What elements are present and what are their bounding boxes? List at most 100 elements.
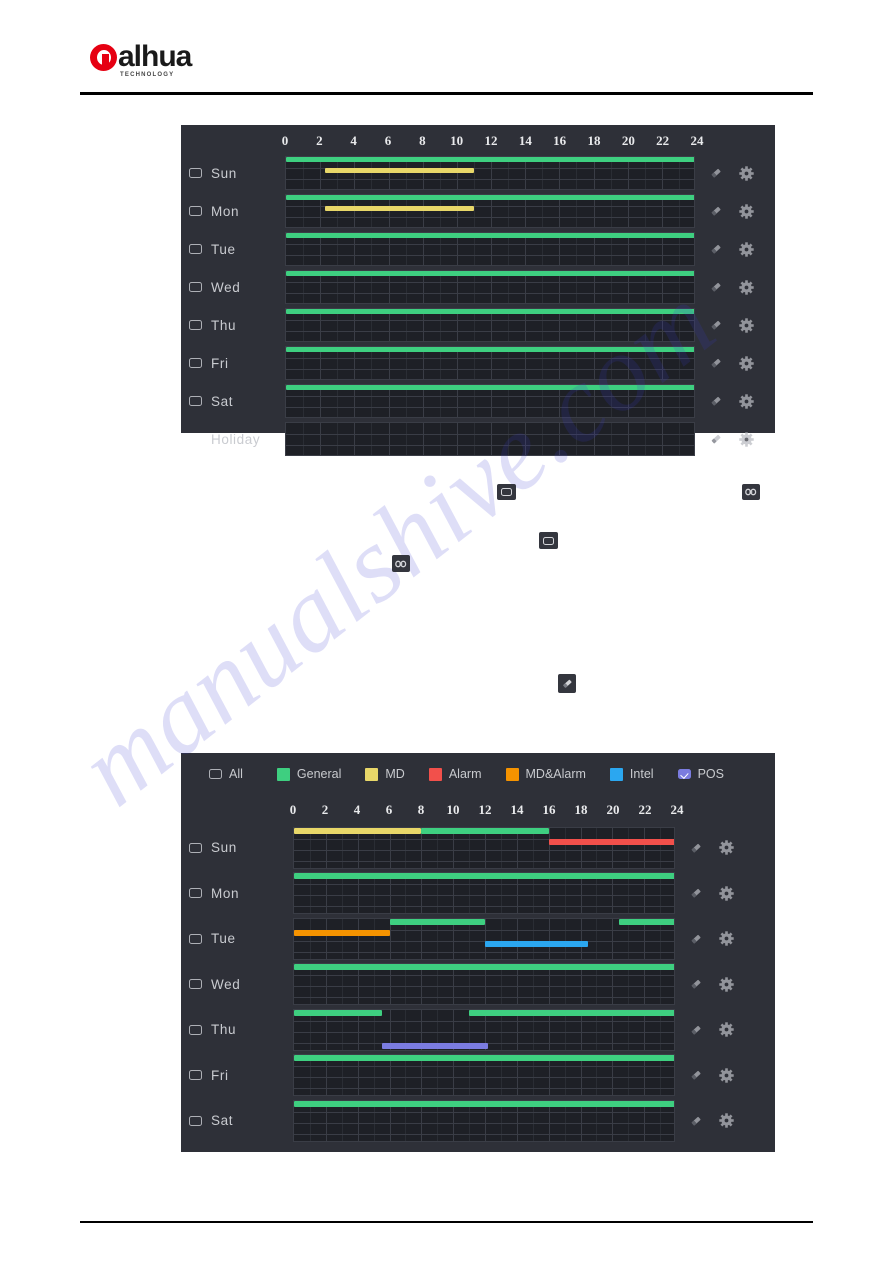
schedule-bar-md-alarm[interactable] (294, 929, 390, 936)
gear-icon[interactable] (739, 317, 754, 333)
day-checkbox-wed[interactable] (189, 979, 202, 990)
legend-item-general[interactable]: General (276, 767, 341, 781)
gridline-vertical (325, 964, 327, 1005)
legend-item-alarm[interactable]: Alarm (428, 767, 482, 781)
gear-icon[interactable] (719, 840, 734, 855)
day-checkbox-tue[interactable] (189, 244, 202, 254)
axis-tick-10: 10 (450, 133, 464, 148)
eraser-icon[interactable] (709, 432, 723, 446)
legend-item-pos[interactable]: POS (677, 767, 724, 781)
schedule-bar-general[interactable] (469, 1009, 674, 1016)
timeline-track-thu[interactable] (285, 308, 695, 342)
eraser-icon[interactable] (689, 1023, 703, 1037)
schedule-bar-intel[interactable] (485, 940, 589, 947)
day-checkbox-sat[interactable] (189, 396, 202, 406)
day-checkbox-sun[interactable] (189, 168, 202, 178)
gear-icon[interactable] (739, 241, 754, 257)
gear-icon[interactable] (719, 1022, 734, 1037)
timeline-track-fri[interactable] (293, 1054, 675, 1097)
gear-icon[interactable] (719, 977, 734, 992)
day-checkbox-sun[interactable] (189, 842, 202, 853)
timeline-track-fri[interactable] (285, 346, 695, 380)
eraser-icon[interactable] (709, 166, 723, 180)
eraser-icon[interactable] (689, 1114, 703, 1128)
day-checkbox-fri[interactable] (189, 1070, 202, 1081)
timeline-track-sun[interactable] (293, 826, 675, 869)
schedule-bar-md[interactable] (294, 827, 422, 834)
timeline-track-sun[interactable] (285, 156, 695, 190)
gear-icon[interactable] (719, 1113, 734, 1128)
eraser-icon[interactable] (709, 204, 723, 218)
schedule-bar-general[interactable] (389, 918, 485, 925)
schedule-bar-md[interactable] (325, 206, 474, 211)
gridline-vertical (516, 1055, 518, 1096)
eraser-icon[interactable] (689, 886, 703, 900)
schedule-bar-general[interactable] (286, 195, 694, 200)
eraser-icon[interactable] (689, 841, 703, 855)
eraser-icon[interactable] (709, 242, 723, 256)
timeline-track-mon[interactable] (293, 872, 675, 915)
legend-label-md-alarm: MD&Alarm (525, 767, 586, 781)
gridline-horizontal (286, 293, 694, 294)
timeline-track-mon[interactable] (285, 194, 695, 228)
schedule-bar-general[interactable] (286, 385, 694, 390)
day-checkbox-wed[interactable] (189, 282, 202, 292)
schedule-bar-general[interactable] (294, 964, 674, 971)
legend-checkbox-pos[interactable] (677, 769, 691, 779)
schedule-bar-general[interactable] (421, 827, 549, 834)
timeline-track-wed[interactable] (293, 963, 675, 1006)
eraser-icon[interactable] (709, 356, 723, 370)
gear-icon[interactable] (739, 431, 754, 447)
gear-icon[interactable] (739, 165, 754, 181)
timeline-track-tue[interactable] (285, 232, 695, 266)
eraser-icon[interactable] (689, 1068, 703, 1082)
schedule-row: Mon (181, 192, 775, 230)
schedule-bar-general[interactable] (286, 157, 694, 162)
gridline-vertical-minor (500, 964, 502, 1005)
timeline-track-wed[interactable] (285, 270, 695, 304)
gear-icon[interactable] (739, 203, 754, 219)
schedule-bar-general[interactable] (294, 1055, 674, 1062)
legend-item-all[interactable]: All (209, 767, 243, 781)
day-checkbox-fri[interactable] (189, 358, 202, 368)
schedule-bar-general[interactable] (286, 233, 694, 238)
gridline-vertical-minor (628, 1100, 630, 1141)
schedule-bar-general[interactable] (286, 347, 694, 352)
day-checkbox-sat[interactable] (189, 1115, 202, 1126)
gear-icon[interactable] (719, 886, 734, 901)
legend-item-md-alarm[interactable]: MD&Alarm (505, 767, 586, 781)
gear-icon[interactable] (719, 931, 734, 946)
eraser-icon[interactable] (709, 394, 723, 408)
schedule-bar-general[interactable] (618, 918, 674, 925)
gear-icon[interactable] (719, 1068, 734, 1083)
eraser-icon[interactable] (709, 318, 723, 332)
gear-icon[interactable] (739, 279, 754, 295)
legend-item-md[interactable]: MD (365, 767, 405, 781)
schedule-bar-general[interactable] (294, 1100, 674, 1107)
eraser-icon[interactable] (709, 280, 723, 294)
day-checkbox-thu[interactable] (189, 1024, 202, 1035)
schedule-bar-general[interactable] (294, 873, 674, 880)
legend-item-intel[interactable]: Intel (609, 767, 654, 781)
timeline-track-sat[interactable] (285, 384, 695, 418)
gear-icon[interactable] (739, 355, 754, 371)
schedule-bar-pos[interactable] (381, 1042, 489, 1049)
gear-icon[interactable] (739, 393, 754, 409)
schedule-bar-md[interactable] (325, 168, 474, 173)
schedule-bar-general[interactable] (294, 1009, 382, 1016)
timeline-track-tue[interactable] (293, 917, 675, 960)
day-checkbox-mon[interactable] (189, 888, 202, 899)
day-checkbox-mon[interactable] (189, 206, 202, 216)
all-checkbox[interactable] (209, 769, 222, 779)
timeline-track-sat[interactable] (293, 1099, 675, 1142)
gridline-vertical (357, 1100, 359, 1141)
schedule-bar-alarm[interactable] (548, 838, 674, 845)
day-checkbox-tue[interactable] (189, 933, 202, 944)
timeline-track-holiday[interactable] (285, 422, 695, 456)
schedule-bar-general[interactable] (286, 271, 694, 276)
eraser-icon[interactable] (689, 932, 703, 946)
day-checkbox-thu[interactable] (189, 320, 202, 330)
timeline-track-thu[interactable] (293, 1008, 675, 1051)
schedule-bar-general[interactable] (286, 309, 694, 314)
eraser-icon[interactable] (689, 977, 703, 991)
